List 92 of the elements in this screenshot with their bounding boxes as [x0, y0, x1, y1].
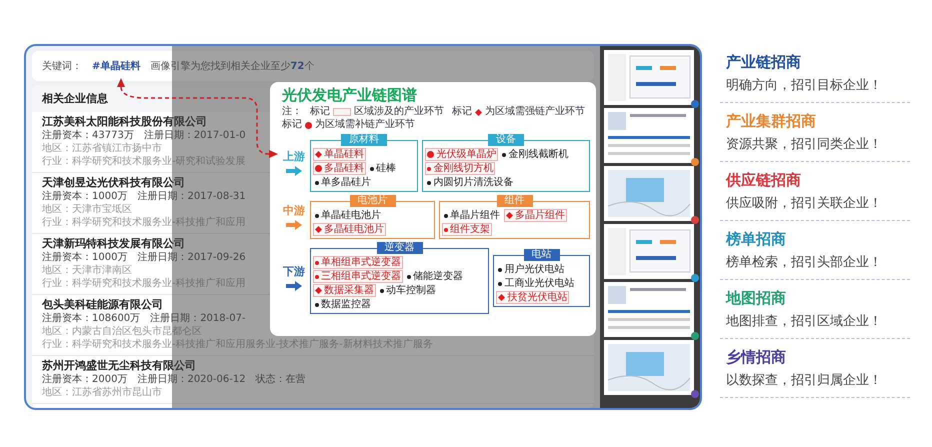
bullet-icon	[370, 166, 374, 170]
feature-title: 乡情招商	[726, 348, 786, 366]
chain-item[interactable]: 用户光伏电站	[496, 263, 566, 276]
bullet-icon	[498, 282, 502, 286]
company-region: 地区：天津市津南区	[42, 265, 132, 277]
chain-item[interactable]: 三相组串式逆变器	[313, 270, 403, 283]
chain-item[interactable]: 光伏级单晶炉	[425, 148, 498, 161]
tier-label: 下游	[283, 264, 305, 279]
company-capital: 注册资本：1000万	[42, 252, 128, 264]
feature-subtitle: 以数探查，招引归属企业！	[726, 372, 882, 388]
feature-subtitle: 明确方向，招引目标企业！	[726, 76, 882, 94]
feature-subtitle: 资源共聚，招引同类企业！	[726, 136, 882, 152]
group-tag: 电池片	[350, 195, 396, 207]
company-capital: 注册资本：108600万	[42, 313, 140, 325]
chain-item[interactable]: 储能逆变器	[405, 270, 465, 283]
tier-label: 上游	[283, 149, 305, 164]
bullet-icon	[502, 152, 506, 156]
diamond-icon	[506, 212, 514, 219]
group-tag: 原材料	[341, 134, 388, 146]
circle-icon	[427, 151, 434, 158]
group-tag: 组件	[496, 195, 533, 207]
feature-title: 榜单招商	[726, 230, 786, 248]
bullet-icon	[315, 302, 319, 306]
bullet-icon	[444, 214, 448, 218]
chain-item[interactable]: 多晶硅料	[313, 162, 366, 175]
bullet-icon	[315, 180, 319, 184]
company-capital: 注册资本：1000万	[42, 191, 128, 203]
legend-label: 标记	[282, 119, 302, 131]
group-tag: 电站	[524, 249, 560, 261]
feature-subtitle: 地图排查，招引区域企业！	[726, 312, 882, 330]
feature-title: 产业集群招商	[726, 112, 816, 130]
chain-item[interactable]: 单多晶硅片	[313, 176, 373, 189]
company-name[interactable]: 江苏美科太阳能科技股份有限公司	[42, 115, 207, 129]
bullet-icon	[315, 260, 319, 264]
arrow-icon	[286, 166, 302, 176]
chain-item[interactable]: 数据采集器	[313, 284, 376, 297]
chain-item[interactable]: 单晶硅料	[313, 148, 366, 161]
company-capital: 注册资本：2000万	[42, 374, 128, 386]
chain-item[interactable]: 单相组串式逆变器	[313, 256, 403, 269]
chain-item[interactable]: 工商业光伏电站	[496, 277, 576, 290]
company-capital: 注册资本：43773万	[42, 130, 134, 142]
arrow-icon	[286, 281, 302, 291]
chain-item[interactable]: 金刚线截断机	[500, 148, 570, 161]
company-date: 注册日期：2017-01-0	[144, 130, 246, 142]
legend-text: 为区域需补链产业环节	[315, 119, 415, 131]
company-region: 地区：江苏省镇江市扬中市	[42, 143, 162, 155]
bullet-icon	[315, 214, 319, 218]
tier-label: 中游	[283, 203, 305, 218]
diamond-icon	[315, 226, 322, 233]
chain-item[interactable]: 扶贫光伏电站	[496, 291, 570, 304]
diamond-icon	[315, 151, 322, 158]
company-status: 状态：在营	[256, 374, 306, 386]
chain-item[interactable]: 金刚线切方机	[425, 162, 496, 175]
chain-item[interactable]: 组件支架	[442, 223, 492, 236]
bullet-icon	[444, 228, 448, 232]
bullet-icon	[315, 274, 319, 278]
company-name[interactable]: 天津新玛特科技发展有限公司	[42, 237, 185, 251]
chain-item[interactable]: 数据监控器	[313, 298, 373, 311]
chain-map-title: 光伏发电产业链图谱	[282, 86, 418, 104]
arrow-icon	[286, 220, 302, 230]
chain-item[interactable]: 内圆切片清洗设备	[425, 176, 516, 189]
circle-icon	[305, 122, 312, 128]
chain-item[interactable]: 硅棒	[368, 162, 398, 175]
diamond-icon	[315, 287, 322, 294]
feature-subtitle: 榜单检索，招引头部企业！	[726, 254, 882, 270]
feature-title: 供应链招商	[726, 170, 801, 190]
chain-item[interactable]: 多晶片组件	[504, 209, 568, 222]
keyword-label: 关键词：	[42, 60, 82, 73]
group-tag: 设备	[488, 134, 524, 146]
feature-subtitle: 供应吸附，招引关联企业！	[726, 194, 882, 212]
bullet-icon	[380, 288, 384, 292]
legend-swatch	[333, 108, 351, 116]
bullet-icon	[407, 274, 411, 278]
bullet-icon	[427, 180, 432, 184]
keyword-link[interactable]: #单晶硅料	[92, 59, 140, 73]
circle-icon	[315, 165, 322, 172]
feature-title: 地图招商	[726, 288, 786, 308]
chain-item[interactable]: 多晶硅电池片	[313, 223, 386, 236]
group-tag: 逆变器	[376, 242, 423, 254]
company-name[interactable]: 天津创昱达光伏科技有限公司	[42, 176, 185, 190]
company-name[interactable]: 苏州开鸿盛世无尘科技有限公司	[42, 359, 196, 373]
company-name[interactable]: 包头美科硅能源有限公司	[42, 298, 163, 312]
chain-item[interactable]: 单晶片组件	[442, 209, 502, 222]
feature-title: 产业链招商	[726, 52, 801, 72]
company-region: 地区：江苏省苏州市昆山市	[42, 387, 162, 399]
company-region: 地区：天津市宝坻区	[42, 204, 132, 216]
diamond-icon	[475, 108, 482, 116]
chain-item[interactable]: 动车控制器	[378, 284, 438, 297]
bullet-icon	[427, 166, 432, 170]
bullet-icon	[498, 268, 502, 272]
diamond-icon	[498, 294, 506, 301]
chain-item[interactable]: 单晶硅电池片	[313, 209, 383, 222]
